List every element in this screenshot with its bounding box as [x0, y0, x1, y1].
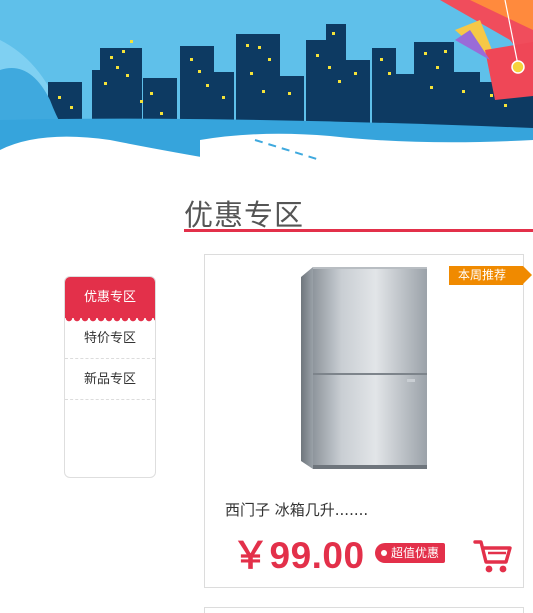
title-underline [184, 229, 533, 232]
sidebar-item-special-price[interactable]: 特价专区 [65, 318, 155, 359]
section-title: 优惠专区 [184, 198, 305, 232]
shopping-cart-icon[interactable] [473, 538, 513, 574]
category-sidebar: 优惠专区 特价专区 新品专区 [64, 276, 156, 478]
refrigerator-image[interactable] [299, 263, 431, 475]
sidebar-item-discount[interactable]: 优惠专区 [65, 277, 155, 322]
next-product-card[interactable] [204, 607, 524, 613]
product-name[interactable]: 西门子 冰箱几升....... [225, 499, 368, 520]
weekly-recommend-badge: 本周推荐 [449, 266, 532, 285]
product-price: ￥99.00 [232, 535, 365, 576]
city-skyline-illustration [0, 0, 533, 162]
great-deal-tag: 超值优惠 [375, 543, 446, 563]
header-banner [0, 0, 533, 162]
product-card[interactable]: 本周推荐 西门子 冰箱几升....... ￥99.00 超值优惠 [204, 254, 532, 588]
sidebar-item-new-products[interactable]: 新品专区 [65, 359, 155, 400]
